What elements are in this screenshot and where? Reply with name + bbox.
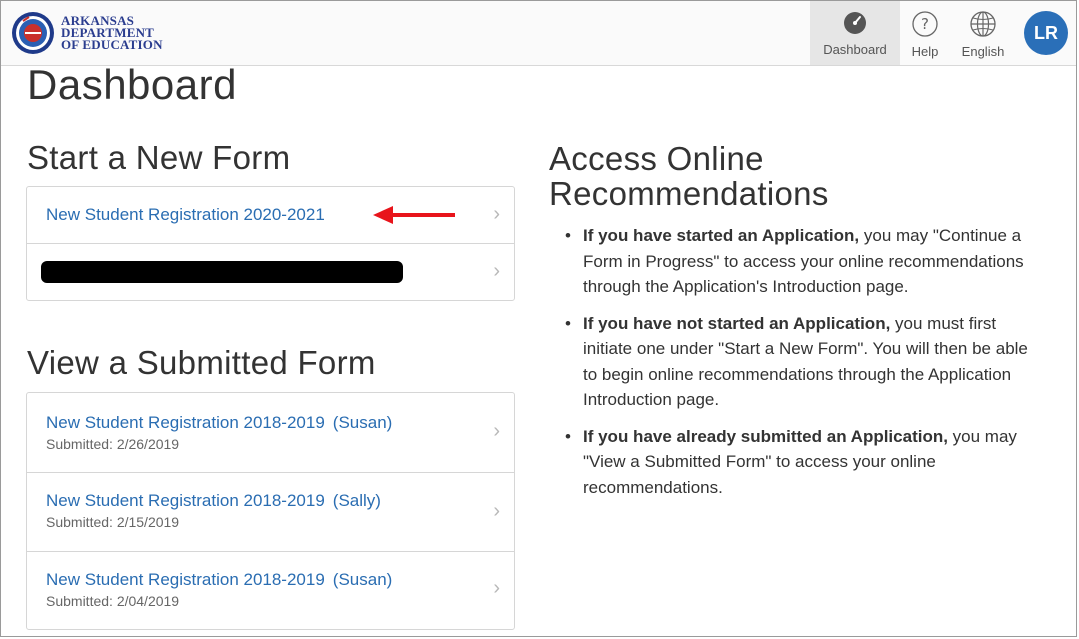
start-form-item-redacted[interactable]: › bbox=[27, 244, 514, 300]
submitted-form-link[interactable]: New Student Registration 2018-2019 (Susan… bbox=[46, 413, 392, 433]
nav-english[interactable]: English bbox=[950, 1, 1016, 65]
form-name: New Student Registration 2018-2019 bbox=[46, 413, 325, 432]
redaction-bar bbox=[41, 261, 403, 283]
bullet-lead: If you have started an Application, bbox=[583, 226, 860, 245]
red-arrow-annotation bbox=[373, 206, 455, 224]
start-new-form-heading: Start a New Form bbox=[27, 139, 291, 176]
dashboard-gauge-icon bbox=[844, 12, 866, 34]
recommendations-heading-line-2: Recommendations bbox=[549, 175, 829, 212]
recommendations-heading: Access Online Recommendations bbox=[549, 141, 829, 211]
top-bar: ARKANSAS DEPARTMENT OF EDUCATION Dashboa… bbox=[1, 1, 1076, 66]
submitted-form-list: New Student Registration 2018-2019 (Susan… bbox=[26, 392, 515, 630]
recommendations-heading-line-1: Access Online bbox=[549, 140, 764, 177]
submitted-date: Submitted: 2/04/2019 bbox=[46, 593, 180, 609]
nav-help[interactable]: ? Help bbox=[900, 1, 950, 65]
logo-text: ARKANSAS DEPARTMENT OF EDUCATION bbox=[61, 14, 163, 52]
recommendations-list: If you have started an Application, you … bbox=[563, 223, 1033, 511]
submitted-form-item[interactable]: New Student Registration 2018-2019 (Susan… bbox=[27, 393, 514, 473]
submitted-form-link[interactable]: New Student Registration 2018-2019 (Susan… bbox=[46, 570, 392, 590]
chevron-right-icon: › bbox=[493, 203, 500, 225]
chevron-right-icon: › bbox=[493, 420, 500, 442]
nav-english-label: English bbox=[961, 44, 1005, 59]
app-frame: ARKANSAS DEPARTMENT OF EDUCATION Dashboa… bbox=[0, 0, 1077, 637]
submitted-date: Submitted: 2/26/2019 bbox=[46, 436, 180, 452]
bullet-lead: If you have not started an Application, bbox=[583, 313, 891, 333]
ade-logo[interactable]: ARKANSAS DEPARTMENT OF EDUCATION bbox=[11, 11, 163, 55]
student-name: (Sally) bbox=[332, 491, 381, 510]
bullet-lead: If you have already submitted an Applica… bbox=[583, 426, 948, 446]
user-menu[interactable]: LR bbox=[1016, 1, 1076, 65]
view-submitted-form-heading: View a Submitted Form bbox=[27, 344, 376, 381]
recommendation-bullet: If you have already submitted an Applica… bbox=[563, 424, 1033, 501]
recommendation-bullet: If you have not started an Application, … bbox=[563, 311, 1033, 413]
form-name: New Student Registration 2018-2019 bbox=[46, 570, 325, 589]
student-name: (Susan) bbox=[332, 570, 393, 589]
top-nav: Dashboard ? Help English LR bbox=[810, 1, 1076, 65]
submitted-form-item[interactable]: New Student Registration 2018-2019 (Susan… bbox=[27, 552, 514, 629]
submitted-form-item[interactable]: New Student Registration 2018-2019 (Sally… bbox=[27, 473, 514, 552]
state-seal-icon bbox=[12, 12, 54, 54]
chevron-right-icon: › bbox=[493, 577, 500, 599]
avatar[interactable]: LR bbox=[1024, 11, 1068, 55]
help-question-icon: ? bbox=[912, 11, 938, 37]
nav-dashboard[interactable]: Dashboard bbox=[810, 1, 900, 65]
recommendation-bullet: If you have started an Application, you … bbox=[563, 223, 1033, 300]
start-form-link[interactable]: New Student Registration 2020-2021 bbox=[46, 205, 325, 225]
nav-dashboard-label: Dashboard bbox=[823, 42, 887, 57]
submitted-form-link[interactable]: New Student Registration 2018-2019 (Sally… bbox=[46, 491, 381, 511]
page-title: Dashboard bbox=[27, 61, 237, 108]
svg-text:?: ? bbox=[921, 15, 929, 33]
globe-icon bbox=[970, 11, 996, 37]
form-name: New Student Registration 2018-2019 bbox=[46, 491, 325, 510]
logo-line-3: OF EDUCATION bbox=[61, 37, 163, 52]
start-form-list: New Student Registration 2020-2021 › › bbox=[26, 186, 515, 301]
nav-help-label: Help bbox=[911, 44, 939, 59]
submitted-date: Submitted: 2/15/2019 bbox=[46, 514, 180, 530]
student-name: (Susan) bbox=[332, 413, 393, 432]
chevron-right-icon: › bbox=[493, 260, 500, 282]
chevron-right-icon: › bbox=[493, 500, 500, 522]
